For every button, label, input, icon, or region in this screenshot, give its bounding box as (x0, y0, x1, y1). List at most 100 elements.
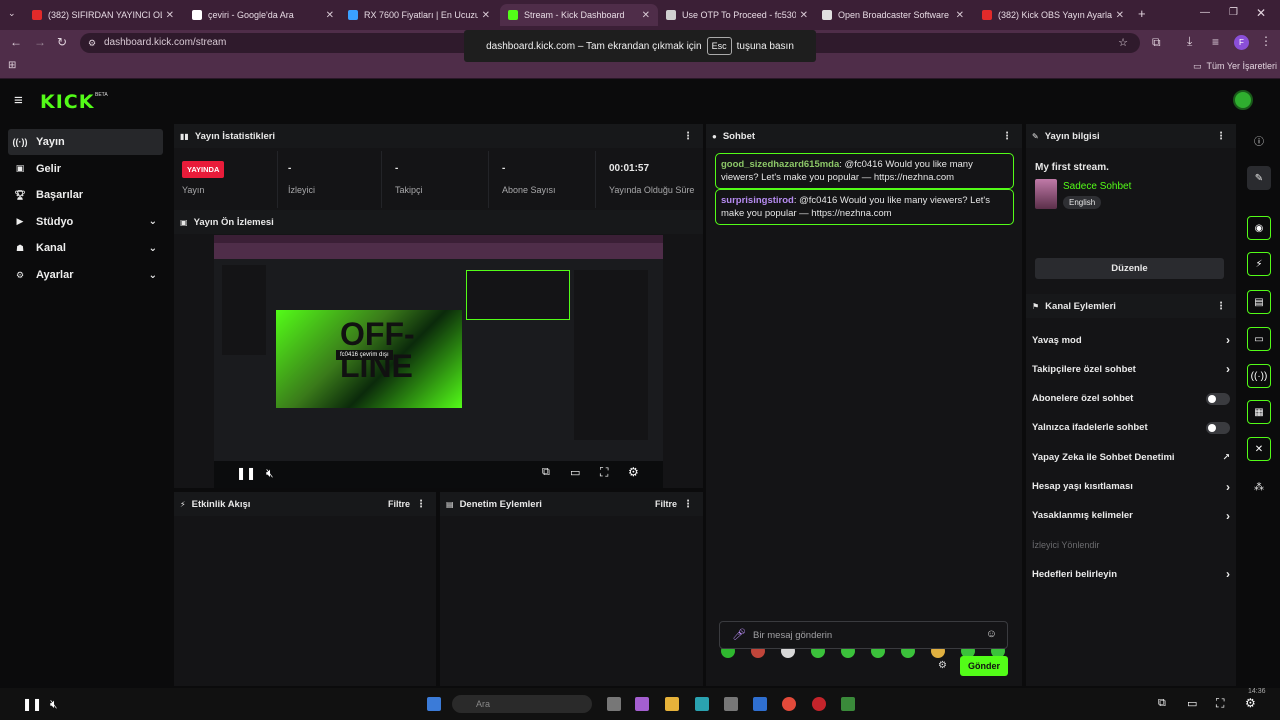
mute-icon[interactable]: 🔇︎ (266, 466, 274, 481)
edit-stream-button[interactable]: Düzenle (1035, 258, 1224, 279)
microphone-icon[interactable]: 🎤︎ (732, 628, 746, 641)
moderation-filter-button[interactable]: Filtre (655, 499, 677, 509)
hamburger-menu-icon[interactable]: ≡ (14, 92, 23, 109)
mail-icon[interactable] (753, 697, 767, 711)
forward-icon[interactable]: → (34, 35, 46, 49)
channel-action-item[interactable]: Abonelere özel sohbet (1032, 388, 1230, 410)
camera-icon[interactable]: ◉ (1247, 216, 1271, 240)
bolt-icon[interactable]: ⚡ (1247, 252, 1271, 276)
channel-action-item[interactable]: Yapay Zeka ile Sohbet Denetimi ↗ (1032, 446, 1230, 468)
tab-groups-icon[interactable]: ≡ (1212, 35, 1219, 49)
sidebar-item[interactable]: ☗ Kanal ⌄ (8, 235, 163, 261)
profile-avatar[interactable]: F (1234, 35, 1249, 50)
file-explorer-icon[interactable] (665, 697, 679, 711)
tab-search-icon[interactable]: ⌄ (8, 8, 16, 19)
chat-username[interactable]: good_sizedhazard615mda (721, 159, 839, 170)
chevron-right-icon[interactable]: › (1226, 362, 1230, 376)
browser-tab[interactable]: (382) Kick OBS Yayın Ayarları N ✕ (974, 4, 1132, 26)
chat-settings-icon[interactable]: ⚙ (938, 660, 947, 671)
fullscreen-icon[interactable]: ⛶ (600, 465, 608, 480)
chat-username[interactable]: surprisingstirod (721, 195, 794, 206)
tab-close-icon[interactable]: ✕ (642, 10, 650, 21)
broadcast-rail-icon[interactable]: ((·)) (1247, 364, 1271, 388)
pause-icon[interactable]: ❚❚ (236, 466, 256, 480)
bookmark-star-icon[interactable]: ☆ (1118, 33, 1128, 53)
wrench-icon[interactable]: ✕ (1247, 437, 1271, 461)
pip-icon[interactable]: ⧉ (542, 466, 550, 479)
browser-tab[interactable]: (382) SIFIRDAN YAYINCI OLMA ✕ (24, 4, 182, 26)
browser-tab[interactable]: çeviri - Google'da Ara ✕ (184, 4, 342, 26)
tab-close-icon[interactable]: ✕ (326, 10, 334, 21)
store-icon[interactable] (724, 697, 738, 711)
chat-bubble-icon[interactable]: ▭ (1247, 327, 1271, 351)
channel-action-item[interactable]: Takipçilere özel sohbet › (1032, 358, 1230, 380)
chevron-right-icon[interactable]: › (1226, 480, 1230, 494)
send-button[interactable]: Gönder (960, 656, 1008, 676)
player-mute-icon[interactable]: 🔇︎ (50, 697, 58, 712)
preview-video[interactable]: OFF-LINE fc0416 çevrim dışı ❚❚ 🔇︎ ⧉ ▭ ⛶ … (214, 235, 663, 488)
tab-close-icon[interactable]: ✕ (166, 10, 174, 21)
miniplayer-icon[interactable]: ⧉ (1158, 697, 1166, 710)
chat-message[interactable]: good_sizedhazard615mda: @fc0416 Would yo… (715, 153, 1014, 189)
add-widget-icon[interactable]: ⁂ (1247, 475, 1271, 499)
tab-close-icon[interactable]: ✕ (800, 10, 808, 21)
channel-action-item[interactable]: Yasaklanmış kelimeler › (1032, 505, 1230, 527)
player-settings-icon[interactable]: ⚙ (1245, 696, 1256, 710)
browser-tab[interactable]: Use OTP To Proceed - fc53013 ✕ (658, 4, 816, 26)
reload-icon[interactable]: ↻ (57, 35, 67, 49)
activity-filter-button[interactable]: Filtre (388, 499, 410, 509)
chevron-down-icon[interactable]: ⌄ (149, 243, 157, 254)
tab-close-icon[interactable]: ✕ (956, 10, 964, 21)
moderation-more-icon[interactable]: ⋮ (683, 499, 693, 510)
stream-category[interactable]: Sadece Sohbet (1063, 181, 1131, 192)
chat-input[interactable]: 🎤︎ Bir mesaj gönderin ☺ (719, 621, 1008, 649)
external-link-icon[interactable]: ↗ (1222, 452, 1230, 463)
channel-action-item[interactable]: Yavaş mod › (1032, 329, 1230, 351)
sidebar-item[interactable]: ▶ Stüdyo ⌄ (8, 209, 163, 235)
toggle-switch[interactable] (1206, 392, 1230, 405)
sidebar-item[interactable]: ⚙ Ayarlar ⌄ (8, 262, 163, 288)
exit-fullscreen-icon[interactable]: ⛶ (1216, 696, 1224, 711)
browser-tab[interactable]: RX 7600 Fiyatları | En Ucuzu Al ✕ (340, 4, 498, 26)
toggle-switch[interactable] (1206, 421, 1230, 434)
apps-grid-icon[interactable]: ⊞ (8, 60, 16, 71)
back-icon[interactable]: ← (10, 35, 22, 49)
channel-actions-more-icon[interactable]: ⋮ (1216, 301, 1226, 312)
settings-icon[interactable]: ⚙ (628, 465, 639, 479)
channel-action-item[interactable]: Hesap yaşı kısıtlaması › (1032, 476, 1230, 498)
new-tab-icon[interactable]: + (1138, 6, 1146, 21)
taskbar-search[interactable]: Ara (452, 695, 592, 713)
chevron-down-icon[interactable]: ⌄ (149, 216, 157, 227)
obs-icon[interactable] (812, 697, 826, 711)
copilot-icon[interactable] (635, 697, 649, 711)
layout-icon[interactable]: ▦ (1247, 400, 1271, 424)
browser-tab[interactable]: Stream - Kick Dashboard ✕ (500, 4, 658, 26)
app-icon[interactable] (841, 697, 855, 711)
chevron-right-icon[interactable]: › (1226, 567, 1230, 581)
browser-tab[interactable]: Open Broadcaster Software | O ✕ (814, 4, 972, 26)
extensions-icon[interactable]: ⧉ (1152, 35, 1161, 50)
stats-more-icon[interactable]: ⋮ (683, 131, 693, 142)
emoji-icon[interactable]: ☺ (986, 628, 997, 640)
edit-icon[interactable]: ✎ (1247, 166, 1271, 190)
clipboard-icon[interactable]: ▤ (1247, 290, 1271, 314)
activity-more-icon[interactable]: ⋮ (416, 499, 426, 510)
start-icon[interactable] (427, 697, 441, 711)
theater-mode-icon[interactable]: ▭ (1187, 697, 1197, 710)
sidebar-item[interactable]: ((·)) Yayın (8, 129, 163, 155)
restore-icon[interactable]: ❐ (1229, 7, 1238, 18)
tab-close-icon[interactable]: ✕ (482, 10, 490, 21)
chrome-icon[interactable] (782, 697, 796, 711)
download-icon[interactable]: ⤓ (1187, 34, 1192, 49)
tab-close-icon[interactable]: ✕ (1116, 10, 1124, 21)
sidebar-item[interactable]: 🏆︎ Başarılar (8, 182, 163, 208)
chevron-right-icon[interactable]: › (1226, 509, 1230, 523)
site-info-icon[interactable]: ⚙ (88, 33, 96, 53)
chevron-down-icon[interactable]: ⌄ (149, 270, 157, 281)
channel-action-item[interactable]: Yalnızca ifadelerle sohbet (1032, 417, 1230, 439)
stream-info-more-icon[interactable]: ⋮ (1216, 131, 1226, 142)
browser-menu-icon[interactable]: ⋮ (1260, 34, 1272, 48)
minimize-icon[interactable]: — (1200, 7, 1210, 18)
edge-icon[interactable] (695, 697, 709, 711)
kick-logo[interactable]: KICK (40, 91, 94, 113)
